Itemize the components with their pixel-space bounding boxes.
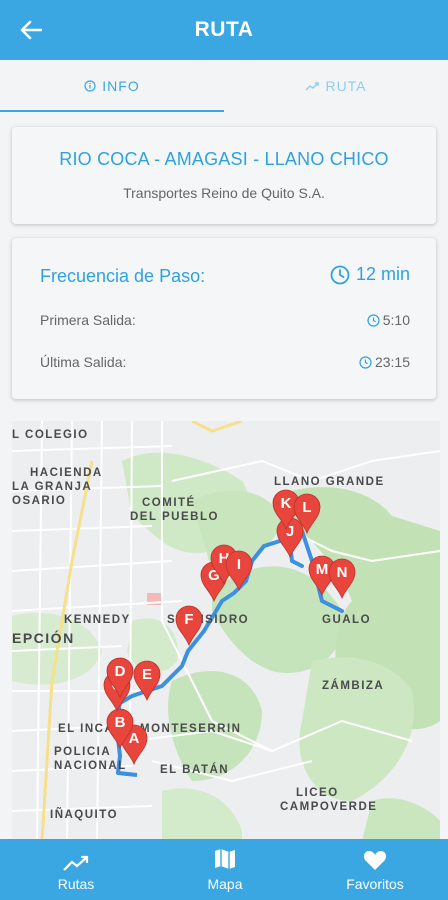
stop-marker-label: L: [302, 499, 311, 516]
info-icon: [84, 80, 96, 92]
stop-marker-label: E: [142, 666, 152, 683]
map-label: LLANO GRANDE: [274, 476, 385, 488]
frequency-value-text: 12 min: [355, 264, 410, 284]
tab-ruta-label: RUTA: [325, 78, 367, 94]
map-icon: [213, 847, 237, 871]
company-name: Transportes Reino de Quito S.A.: [123, 185, 325, 201]
nav-mapa-label: Mapa: [207, 876, 243, 892]
stop-marker-label: K: [281, 495, 292, 512]
route-card: RIO COCA - AMAGASI - LLANO CHICO Transpo…: [12, 127, 436, 224]
map-label: HACIENDA: [30, 467, 103, 479]
trending-icon: [305, 81, 320, 91]
map-label: POLICIA: [54, 746, 111, 758]
route-name: RIO COCA - AMAGASI - LLANO CHICO: [59, 149, 389, 169]
bottom-navigation: Rutas Mapa Favoritos: [0, 839, 448, 900]
tab-indicator: [0, 110, 224, 112]
tab-bar: INFO RUTA: [0, 60, 448, 112]
clock-icon: [359, 355, 372, 369]
frequency-label: Frecuencia de Paso:: [40, 266, 206, 286]
map-label: COMITÉ: [142, 496, 196, 509]
nav-favoritos[interactable]: Favoritos: [330, 839, 420, 900]
nav-rutas-label: Rutas: [57, 876, 95, 892]
tab-ruta[interactable]: RUTA: [224, 60, 448, 112]
last-departure-time: 23:15: [374, 354, 410, 370]
map-label: LA GRANJA: [12, 481, 92, 493]
map-label: EL INCA: [58, 723, 114, 735]
stop-marker-label: F: [184, 611, 193, 628]
route-map[interactable]: L COLEGIO HACIENDA LA GRANJA OSARIO COMI…: [12, 421, 440, 841]
stop-marker-label: B: [115, 714, 126, 731]
map-label: IÑAQUITO: [50, 808, 118, 821]
map-label: EL BATÁN: [160, 763, 229, 776]
map-label: CAMPOVERDE: [280, 801, 377, 813]
map-label: L COLEGIO: [12, 429, 89, 441]
tab-info[interactable]: INFO: [0, 60, 224, 112]
nav-mapa[interactable]: Mapa: [185, 839, 265, 900]
stop-marker-label: N: [337, 564, 348, 581]
last-departure-label: Última Salida:: [40, 354, 127, 370]
page-title: RUTA: [194, 18, 254, 41]
stop-marker-label: D: [115, 663, 126, 680]
map-label: EPCIÓN: [12, 629, 75, 646]
first-departure-time: 5:10: [382, 312, 410, 328]
map-label: NACIONAL: [54, 760, 127, 772]
clock-icon: [367, 313, 380, 327]
nav-rutas[interactable]: Rutas: [36, 839, 116, 900]
stop-marker-label: I: [237, 556, 241, 573]
stop-marker-label: A: [129, 730, 140, 747]
tab-info-label: INFO: [102, 78, 140, 94]
map-label: MONTESERRIN: [140, 723, 241, 735]
map-label: OSARIO: [12, 495, 66, 507]
last-departure-value: 23:15: [359, 354, 410, 370]
map-label: DEL PUEBLO: [130, 511, 219, 523]
first-departure-value: 5:10: [367, 312, 410, 328]
map-label: ZÁMBIZA: [322, 679, 384, 692]
map-label: LICEO: [296, 787, 339, 799]
map-label: GUALO: [322, 614, 371, 626]
trending-icon: [63, 847, 89, 871]
frequency-value: 12 min: [330, 264, 410, 285]
route-line: [117, 771, 138, 777]
heart-icon: [363, 847, 387, 871]
map-canvas: L COLEGIO HACIENDA LA GRANJA OSARIO COMI…: [12, 421, 440, 841]
first-departure-label: Primera Salida:: [40, 312, 136, 328]
map-label: KENNEDY: [64, 614, 131, 626]
schedule-card: Frecuencia de Paso: 12 min Primera Salid…: [12, 238, 436, 399]
nav-favoritos-label: Favoritos: [346, 876, 404, 892]
stop-marker-label: M: [316, 561, 329, 578]
clock-icon: [330, 265, 350, 285]
app-bar: RUTA: [0, 0, 448, 60]
